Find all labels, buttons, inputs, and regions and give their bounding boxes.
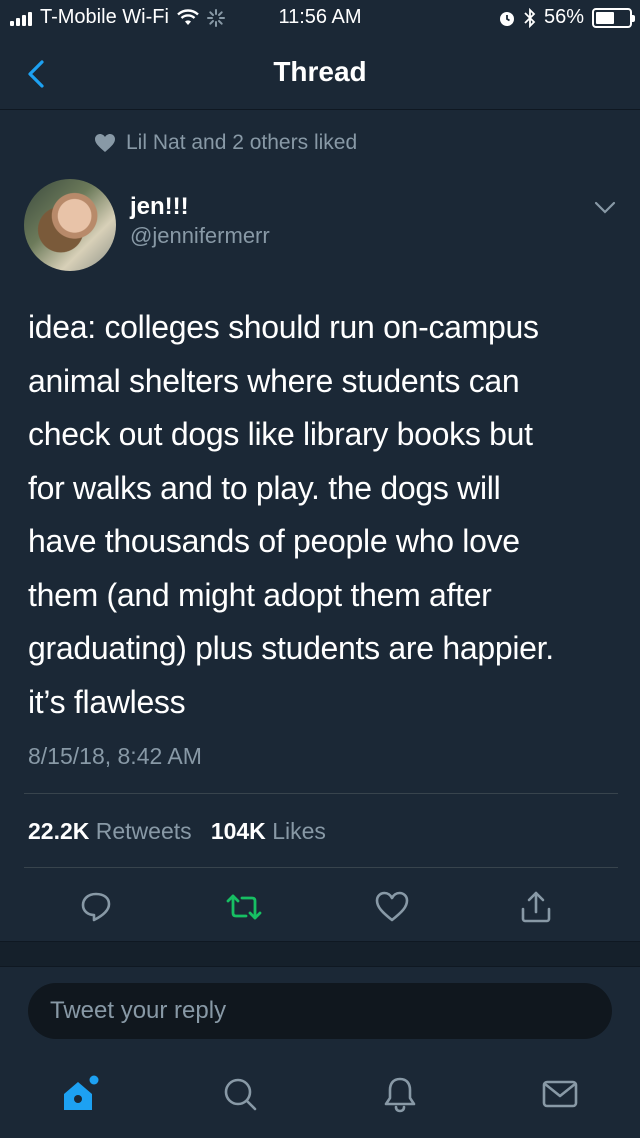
reply-icon [81, 892, 111, 922]
tweet-line: them (and might adopt them after [28, 576, 492, 613]
tweet-line: check out dogs like library books but [28, 416, 533, 452]
tab-home[interactable] [58, 1072, 102, 1116]
battery-percent: 56% [543, 6, 584, 28]
search-icon [224, 1078, 257, 1111]
tweet-line: have thousands of people who love [28, 523, 520, 559]
reply-button[interactable] [76, 887, 116, 927]
share-button[interactable] [516, 887, 556, 927]
tweet-line: it’s flawless [28, 683, 186, 720]
likes-stat[interactable]: 104K Likes [211, 818, 326, 844]
social-context[interactable]: Lil Nat and 2 others liked [94, 131, 357, 155]
divider [24, 793, 618, 794]
bluetooth-icon [524, 7, 536, 28]
screen: T-Mobile Wi-Fi 11:56 AM 56% Thread Lil N… [0, 0, 640, 1138]
retweet-icon [226, 894, 262, 920]
reply-bar [0, 966, 640, 1044]
tweet-line: animal shelters where students can [28, 362, 520, 399]
tab-notifications[interactable] [378, 1072, 422, 1116]
tweet-actions [0, 887, 640, 927]
mail-icon [542, 1080, 578, 1108]
tweet-text: idea: colleges should run on-campus anim… [28, 301, 618, 729]
battery-icon [592, 7, 635, 28]
engagement-stats: 22.2K Retweets 104K Likes [28, 818, 326, 845]
tab-bar [0, 1044, 640, 1138]
page-title: Thread [273, 56, 367, 87]
like-count: 104K [210, 818, 266, 844]
tab-messages[interactable] [538, 1072, 582, 1116]
divider [24, 867, 618, 868]
tweet-line: for walks and to play. the dogs will [28, 469, 501, 506]
tweet-line: graduating) plus students are happier. [28, 630, 554, 666]
like-button[interactable] [372, 887, 412, 927]
tweet-timestamp: 8/15/18, 8:42 AM [28, 743, 202, 769]
bell-icon [384, 1077, 416, 1113]
tweet-detail: Lil Nat and 2 others liked jen!!! @jenni… [0, 111, 640, 941]
avatar[interactable] [24, 179, 116, 271]
heart-outline-icon [375, 891, 409, 922]
status-right: 56% [498, 6, 635, 29]
author-name[interactable]: jen!!! [130, 193, 189, 221]
nav-bar: Thread [0, 38, 640, 110]
share-icon [521, 891, 551, 923]
battery-fill [596, 11, 614, 24]
social-context-label: Lil Nat and 2 others liked [126, 131, 358, 154]
section-gap [0, 941, 640, 966]
tab-search[interactable] [218, 1072, 262, 1116]
retweets-stat[interactable]: 22.2K Retweets [28, 818, 192, 844]
retweet-button[interactable] [224, 887, 264, 927]
home-icon [64, 1075, 99, 1110]
heart-icon [95, 134, 115, 152]
author-handle[interactable]: @jennifermerr [130, 223, 270, 249]
alarm-icon [499, 11, 514, 26]
retweet-label: Retweets [95, 818, 192, 844]
like-label: Likes [272, 818, 326, 844]
status-bar: T-Mobile Wi-Fi 11:56 AM 56% [0, 0, 640, 38]
chevron-down-icon[interactable] [594, 201, 616, 215]
reply-input[interactable] [28, 983, 612, 1039]
retweet-count: 22.2K [28, 818, 90, 844]
tweet-line: idea: colleges should run on-campus [28, 309, 539, 345]
